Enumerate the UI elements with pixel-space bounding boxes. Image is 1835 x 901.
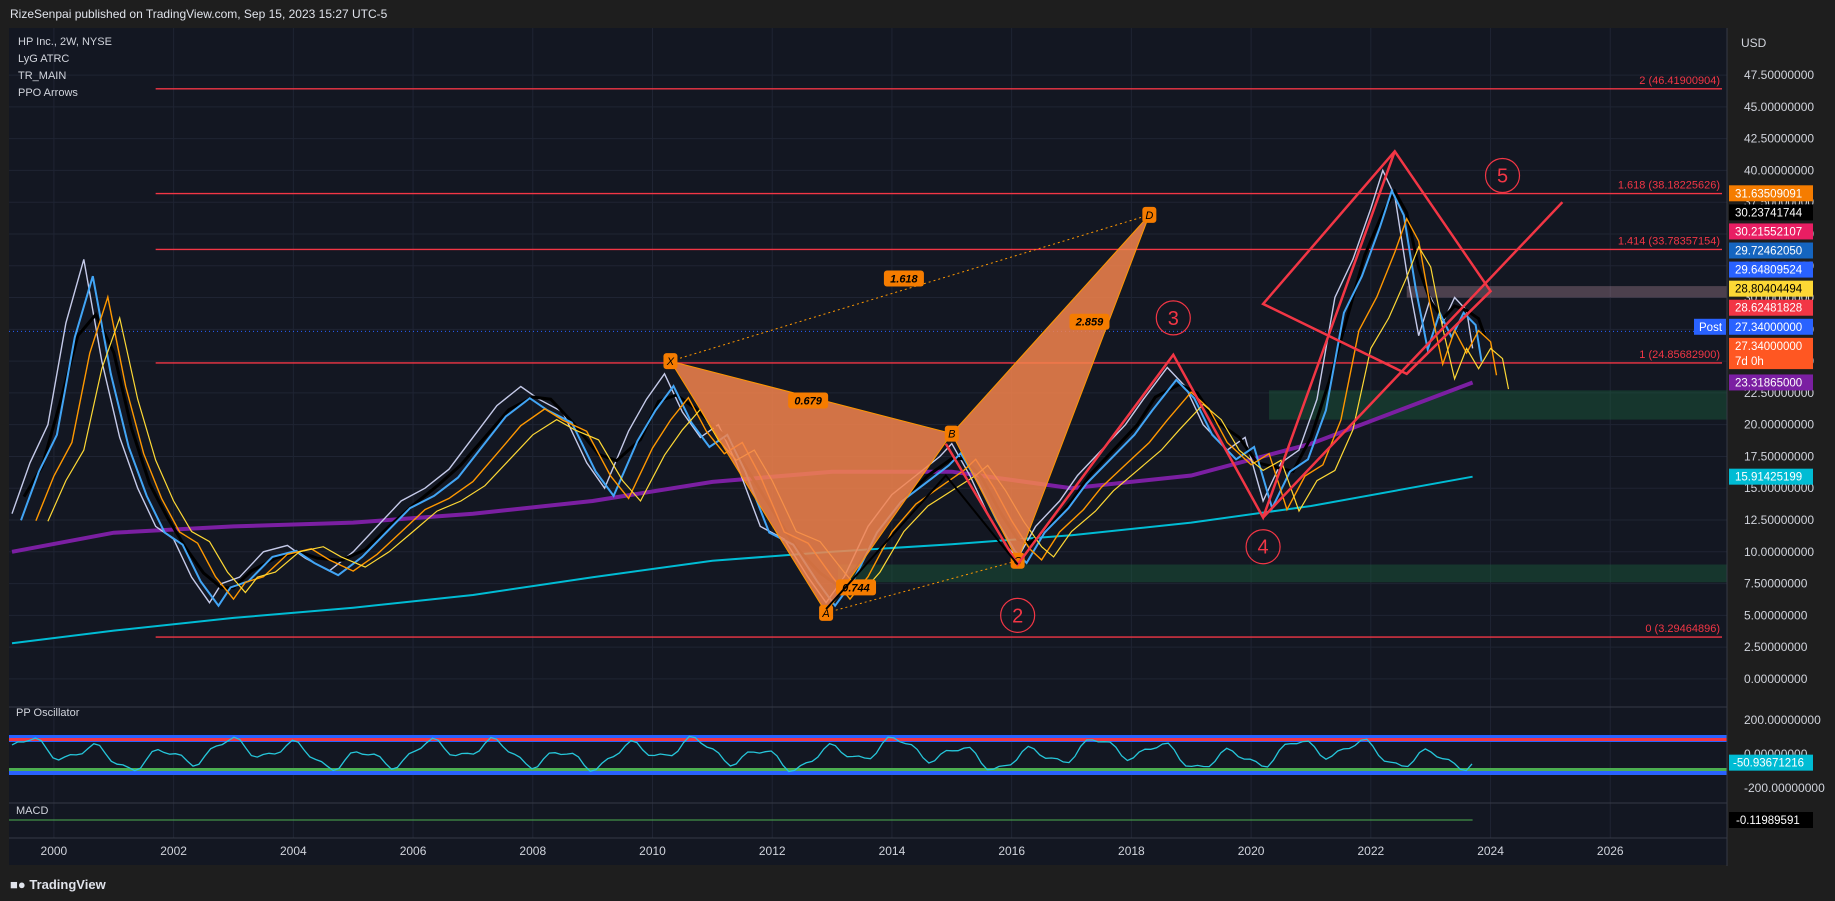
price-badge-text: 27.34000000 xyxy=(1735,322,1802,334)
fib-label: 2 (46.41900904) xyxy=(1639,75,1720,87)
zone-pink xyxy=(1406,286,1727,298)
y-tick-label: 5.00000000 xyxy=(1744,608,1808,622)
fib-label: 1.414 (33.78357154) xyxy=(1618,235,1720,247)
osc-tick-label: 200.00000000 xyxy=(1744,713,1821,727)
y-tick-label: 45.00000000 xyxy=(1744,100,1814,114)
x-tick-label: 2016 xyxy=(998,844,1025,858)
legend-indicator-2[interactable]: TR_MAIN xyxy=(18,70,66,82)
price-chart[interactable]: 2 (46.41900904) 1.618 (38.18225626) 1.414 … xyxy=(0,0,1835,866)
y-tick-label: 0.00000000 xyxy=(1744,672,1808,686)
tradingview-logo[interactable]: ■● TradingView xyxy=(10,877,106,892)
price-badge-text: 30.23741744 xyxy=(1735,207,1803,219)
y-tick-label: 20.00000000 xyxy=(1744,418,1814,432)
harmonic-ratio-label: 0.679 xyxy=(794,396,822,408)
currency-label[interactable]: USD xyxy=(1741,36,1767,50)
x-tick-label: 2014 xyxy=(879,844,906,858)
price-badge-text: 15.91425199 xyxy=(1735,472,1802,484)
price-badge-text: 27.34000000 xyxy=(1735,341,1802,353)
fib-label: 1 (24.85682900) xyxy=(1639,349,1720,361)
footer-bar xyxy=(0,866,1835,901)
price-badge-text: 7d 0h xyxy=(1735,356,1764,368)
price-badge-text: 31.63509091 xyxy=(1735,188,1802,200)
y-tick-label: 2.50000000 xyxy=(1744,640,1808,654)
price-badge-text: 23.31865000 xyxy=(1735,377,1802,389)
x-tick-label: 2024 xyxy=(1477,844,1504,858)
osc-band-bottom-green xyxy=(9,768,1727,771)
price-badge-text: 28.62481828 xyxy=(1735,303,1802,315)
macd-title: MACD xyxy=(16,805,48,817)
harmonic-point-label: A xyxy=(821,608,829,620)
y-tick-label: 40.00000000 xyxy=(1744,163,1814,177)
y-tick-label: 10.00000000 xyxy=(1744,545,1814,559)
legend-indicator-3[interactable]: PPO Arrows xyxy=(18,87,78,99)
price-badge-text: 30.21552107 xyxy=(1735,226,1802,238)
wave-label: 3 xyxy=(1168,308,1179,330)
macd-value-text: -0.11989591 xyxy=(1736,815,1800,827)
harmonic-point-label: D xyxy=(1145,210,1153,222)
x-tick-label: 2008 xyxy=(519,844,546,858)
osc-band-bottom xyxy=(9,771,1727,775)
legend-symbol[interactable]: HP Inc., 2W, NYSE xyxy=(18,36,112,48)
x-tick-label: 2026 xyxy=(1597,844,1624,858)
y-tick-label: 42.50000000 xyxy=(1744,132,1814,146)
x-tick-label: 2006 xyxy=(400,844,427,858)
harmonic-ratio-label: 2.859 xyxy=(1075,317,1104,329)
x-tick-label: 2000 xyxy=(41,844,68,858)
x-tick-label: 2020 xyxy=(1238,844,1265,858)
x-tick-label: 2004 xyxy=(280,844,307,858)
x-tick-label: 2022 xyxy=(1357,844,1384,858)
osc-value-text: -50.93671216 xyxy=(1733,758,1804,770)
fib-label: 1.618 (38.18225626) xyxy=(1618,180,1720,192)
fib-label: 0 (3.29464896) xyxy=(1645,623,1720,635)
harmonic-ratio-label: 0.744 xyxy=(842,582,870,594)
tradingview-logo-text: TradingView xyxy=(29,877,106,892)
y-tick-label: 7.50000000 xyxy=(1744,577,1808,591)
zone-upper xyxy=(1269,390,1727,420)
osc-band-top-red xyxy=(9,738,1727,741)
post-badge-text: Post xyxy=(1699,322,1723,334)
harmonic-ratio-label: 1.618 xyxy=(890,273,918,285)
y-tick-label: 12.50000000 xyxy=(1744,513,1814,527)
oscillator-title: PP Oscillator xyxy=(16,707,80,719)
tradingview-icon: ■● xyxy=(10,877,26,892)
harmonic-point-label: X xyxy=(666,356,675,368)
price-badge-text: 28.80404494 xyxy=(1735,284,1803,296)
x-tick-label: 2002 xyxy=(160,844,187,858)
wave-label: 5 xyxy=(1497,166,1508,188)
y-tick-label: 17.50000000 xyxy=(1744,449,1814,463)
x-tick-label: 2010 xyxy=(639,844,666,858)
x-tick-label: 2018 xyxy=(1118,844,1145,858)
wave-label: 4 xyxy=(1258,537,1269,559)
legend-indicator-1[interactable]: LyG ATRC xyxy=(18,53,69,65)
price-badge-text: 29.64809524 xyxy=(1735,265,1803,277)
wave-label: 2 xyxy=(1012,605,1023,627)
x-tick-label: 2012 xyxy=(759,844,786,858)
osc-tick-label: -200.00000000 xyxy=(1744,781,1825,795)
harmonic-point-label: B xyxy=(948,429,955,441)
price-badge-text: 29.72462050 xyxy=(1735,246,1802,258)
y-tick-label: 47.50000000 xyxy=(1744,68,1814,82)
